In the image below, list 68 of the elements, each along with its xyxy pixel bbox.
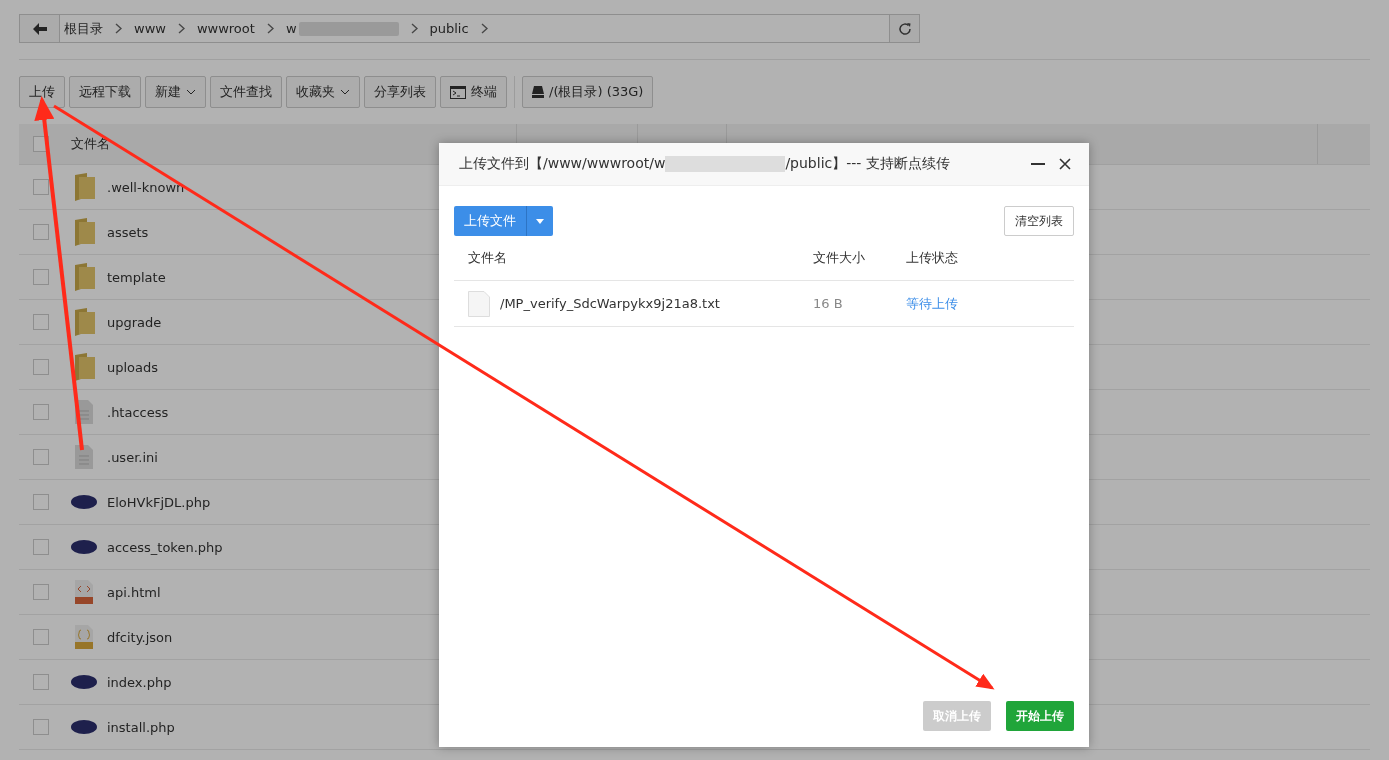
refresh-icon[interactable]: [897, 21, 912, 36]
chevron-down-icon[interactable]: [340, 89, 350, 95]
document-icon: [468, 290, 490, 317]
breadcrumb-item[interactable]: 根目录: [64, 19, 103, 38]
toolbar-button[interactable]: 终端: [440, 76, 507, 108]
close-icon[interactable]: [1059, 158, 1071, 170]
chevron-icon: [115, 23, 122, 34]
minimize-icon[interactable]: [1031, 163, 1045, 165]
row-checkbox[interactable]: [33, 449, 49, 465]
file-name[interactable]: .well-known: [107, 179, 185, 195]
file-name[interactable]: .user.ini: [107, 449, 158, 465]
toolbar-button[interactable]: 新建: [145, 76, 206, 108]
file-name[interactable]: dfcity.json: [107, 629, 173, 645]
toolbar-button[interactable]: 收藏夹: [286, 76, 360, 108]
row-checkbox[interactable]: [33, 269, 49, 285]
file-name[interactable]: index.php: [107, 674, 172, 690]
row-checkbox[interactable]: [33, 314, 49, 330]
row-checkbox[interactable]: [33, 719, 49, 735]
terminal-icon[interactable]: [450, 85, 466, 99]
row-checkbox[interactable]: [33, 494, 49, 510]
breadcrumb-item[interactable]: www: [134, 21, 166, 36]
file-name[interactable]: install.php: [107, 719, 175, 735]
row-checkbox[interactable]: [33, 584, 49, 600]
breadcrumb-item[interactable]: public: [429, 21, 469, 36]
refresh-button[interactable]: [889, 15, 919, 42]
toolbar-button[interactable]: 分享列表: [364, 76, 436, 108]
dialog-title: /public】--- 支持断点续传: [785, 155, 950, 173]
row-checkbox[interactable]: [33, 404, 49, 420]
toolbar-button[interactable]: /(根目录) (33G): [522, 76, 654, 108]
file-name[interactable]: assets: [107, 224, 149, 240]
column-header: 文件名: [467, 249, 508, 267]
row-checkbox[interactable]: [33, 224, 49, 240]
row-checkbox[interactable]: [33, 629, 49, 645]
file-name[interactable]: template: [107, 269, 166, 285]
chevron-icon: [410, 23, 418, 34]
chevron-icon: [177, 23, 185, 34]
row-checkbox[interactable]: [33, 179, 49, 195]
file-name: /MP_verify_SdcWarpykx9j21a8.txt: [500, 296, 720, 311]
file-name[interactable]: .htaccess: [107, 404, 169, 420]
toolbar-button[interactable]: 文件查找: [210, 76, 282, 108]
php-icon: [71, 495, 97, 509]
chevron-icon: [266, 23, 274, 34]
clear-list-button[interactable]: 清空列表: [1004, 206, 1074, 236]
caret-icon[interactable]: [536, 218, 544, 224]
toolbar-button[interactable]: 远程下载: [69, 76, 141, 108]
column-header: 上传状态: [906, 249, 958, 267]
file-size: 16 B: [813, 296, 844, 311]
file-name[interactable]: access_token.php: [107, 539, 223, 555]
file-name[interactable]: api.html: [107, 584, 161, 600]
file-name[interactable]: uploads: [107, 359, 159, 375]
file-name[interactable]: upgrade: [107, 314, 162, 330]
chevron-down-icon[interactable]: [186, 89, 196, 95]
chevron-icon: [480, 23, 488, 34]
back-button[interactable]: [20, 15, 60, 42]
upload-status: 等待上传: [906, 294, 958, 313]
row-checkbox[interactable]: [33, 359, 49, 375]
breadcrumb-item[interactable]: wwwroot: [196, 21, 255, 36]
back-arrow-icon[interactable]: [32, 22, 47, 35]
disk-icon[interactable]: [532, 86, 544, 98]
php-icon: [71, 675, 97, 689]
file-name[interactable]: EloHVkFjDL.php: [107, 494, 211, 510]
column-header: 文件大小: [813, 249, 866, 267]
row-checkbox[interactable]: [33, 539, 49, 555]
php-icon: [71, 540, 97, 554]
row-checkbox[interactable]: [33, 674, 49, 690]
dialog-title: 上传文件到【/www/wwwroot/w: [459, 155, 666, 173]
toolbar-button[interactable]: 上传: [19, 76, 65, 108]
php-icon: [71, 720, 97, 734]
